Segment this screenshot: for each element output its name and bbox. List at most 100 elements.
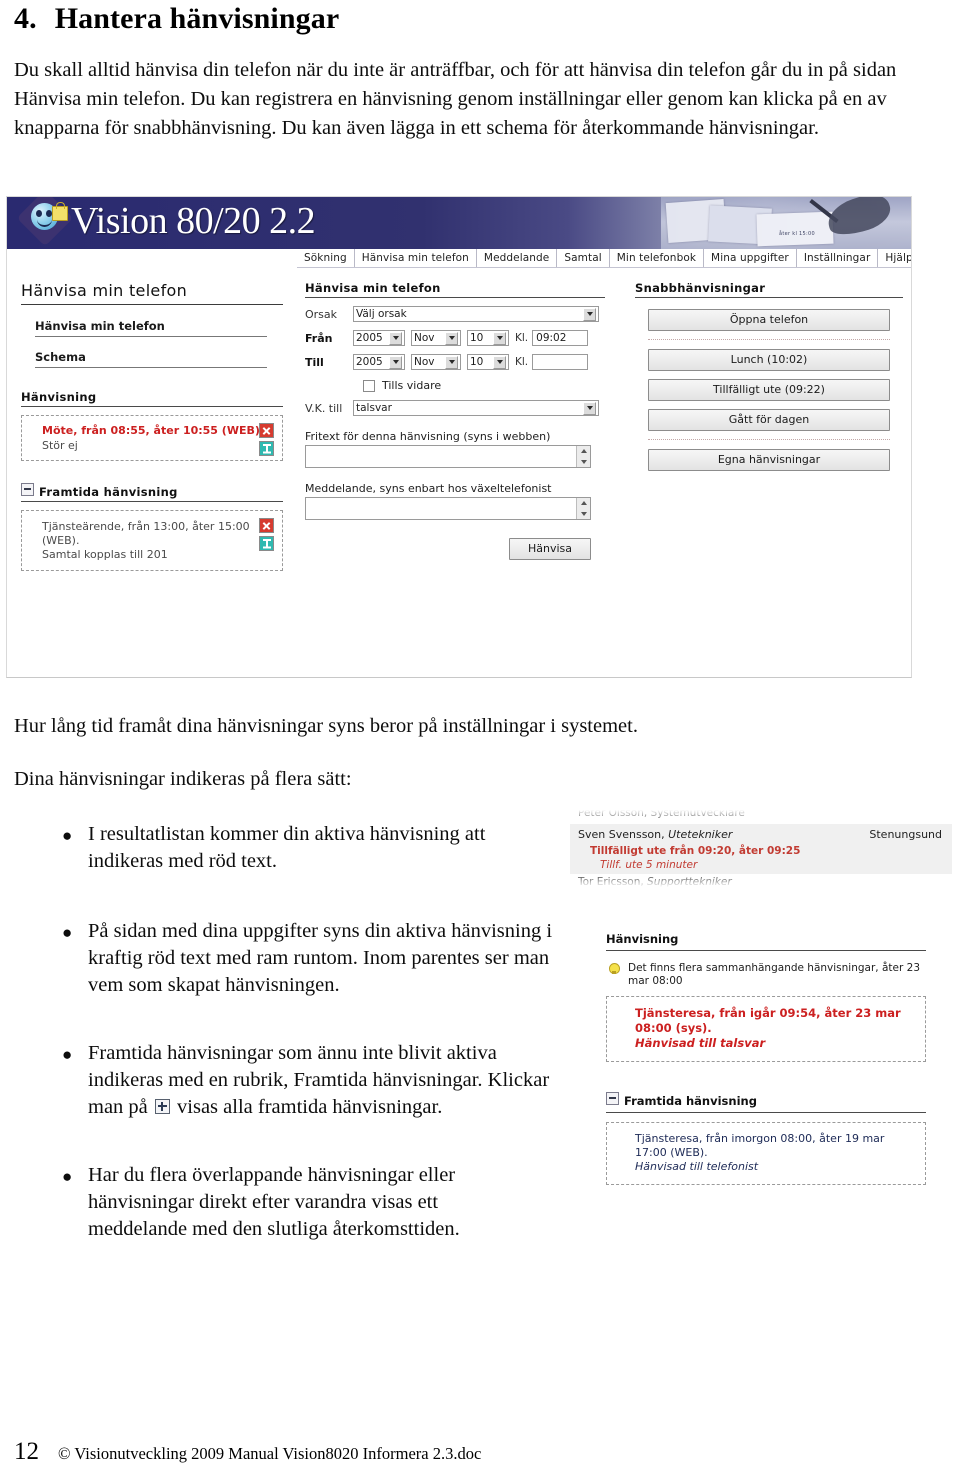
till-month-select[interactable]: Nov (411, 354, 461, 370)
orsak-select[interactable]: Välj orsak (353, 306, 599, 322)
orsak-value: Välj orsak (356, 308, 407, 320)
quick-button-egna-hanvisningar[interactable]: Egna hänvisningar (648, 449, 890, 471)
list-item: ● I resultatlistan kommer din aktiva hänv… (62, 821, 543, 875)
till-year-select[interactable]: 2005 (353, 354, 405, 370)
hanvisa-submit-button[interactable]: Hänvisa (509, 538, 591, 560)
scroll-down-icon[interactable] (577, 509, 590, 520)
intro-paragraph: Du skall alltid hänvisa din telefon när … (14, 59, 897, 139)
heading-text: Hantera hänvisningar (54, 2, 340, 35)
till-time-input[interactable] (532, 354, 589, 370)
quick-button-oppna-telefon[interactable]: Öppna telefon (648, 309, 890, 331)
app-nav-tabs[interactable]: Sökning Hänvisa min telefon Meddelande S… (297, 249, 911, 267)
future-hanvisning-line1: Tjänsteärende, från 13:00, åter 15:00 (W… (42, 520, 250, 547)
contact-name: Sven Svensson, Utetekniker (578, 828, 732, 841)
label-vk-till: V.K. till (305, 401, 343, 415)
sidebar-item-hanvisa-min-telefon[interactable]: Hänvisa min telefon (35, 319, 267, 337)
framtida-line2: Hänvisad till telefonist (635, 1160, 759, 1173)
tab-hjalp[interactable]: Hjälp (877, 249, 911, 267)
paragraph-howlong: Hur lång tid framåt dina hänvisningar sy… (14, 715, 638, 737)
chevron-down-icon[interactable] (445, 355, 458, 369)
tab-min-telefonbok[interactable]: Min telefonbok (608, 249, 704, 267)
till-month-value: Nov (414, 356, 435, 368)
page-footer: 12 © Visionutveckling 2009 Manual Vision… (14, 1438, 944, 1468)
bullet-icon: ● (62, 826, 73, 845)
quick-button-lunch[interactable]: Lunch (10:02) (648, 349, 890, 371)
hanvisning-active-line1: Tjänsteresa, från igår 09:54, åter 23 ma… (635, 1006, 901, 1035)
edit-icon[interactable] (259, 536, 274, 551)
chevron-down-icon[interactable] (389, 355, 402, 369)
tab-installningar[interactable]: Inställningar (795, 249, 878, 267)
list-item: ● Har du flera överlappande hänvisningar … (62, 1162, 533, 1243)
tab-meddelande[interactable]: Meddelande (475, 249, 557, 267)
edit-icon[interactable] (259, 441, 274, 456)
page-title: 4. Hantera hänvisningar (14, 2, 339, 36)
active-hanvisning-actions[interactable] (259, 423, 275, 459)
form-row-tills-vidare[interactable]: Tills vidare (363, 379, 605, 392)
quick-button-tillfalligt-ute[interactable]: Tillfälligt ute (09:22) (648, 379, 890, 401)
tab-sokning[interactable]: Sökning (297, 249, 354, 267)
bullet-icon: ● (62, 1167, 73, 1186)
fran-day-select[interactable]: 10 (467, 330, 509, 346)
framtida-line1: Tjänsteresa, från imorgon 08:00, åter 19… (635, 1132, 885, 1159)
fran-month-select[interactable]: Nov (411, 330, 461, 346)
result-list-screenshot: Peter Olsson, Systemutvecklare Sven Sven… (570, 810, 952, 890)
quick-button-gatt-for-dagen[interactable]: Gått för dagen (648, 409, 890, 431)
meddelande-textarea[interactable] (305, 497, 591, 520)
bullet-icon: ● (62, 923, 73, 942)
chevron-down-icon[interactable] (583, 307, 596, 321)
meddelande-scrollbar[interactable] (576, 498, 590, 519)
delete-icon[interactable] (259, 518, 274, 533)
scroll-up-icon[interactable] (577, 498, 590, 509)
chevron-down-icon[interactable] (389, 331, 402, 345)
fran-time-input[interactable]: 09:02 (532, 330, 589, 346)
vk-till-select[interactable]: talsvar (353, 400, 599, 416)
till-day-select[interactable]: 10 (467, 354, 509, 370)
framtida-hanvisning-heading[interactable]: Framtida hänvisning (21, 483, 283, 502)
fran-year-select[interactable]: 2005 (353, 330, 405, 346)
collapse-minus-icon[interactable] (21, 483, 34, 496)
framtida-hanvisning-screenshot: Framtida hänvisning Tjänsteresa, från im… (606, 1092, 926, 1192)
fran-day-value: 10 (470, 332, 484, 344)
label-fritext: Fritext för denna hänvisning (syns i web… (305, 430, 551, 443)
footer-text: © Visionutveckling 2009 Manual Vision802… (58, 1444, 482, 1463)
form-row-till: Till 2005 Nov 10 Kl. (305, 354, 605, 370)
paragraph-indikeras: Dina hänvisningar indikeras på flera sät… (14, 768, 352, 790)
fritext-scrollbar[interactable] (576, 446, 590, 467)
tab-mina-uppgifter[interactable]: Mina uppgifter (703, 249, 796, 267)
hanvisning-tip: Det finns flera sammanhängande hänvisnin… (606, 962, 926, 988)
form-row-fran: Från 2005 Nov 10 Kl. 09:02 (305, 330, 605, 346)
scroll-down-icon[interactable] (577, 457, 590, 468)
contact-name-text: Sven Svensson, (578, 828, 669, 841)
hanvisning-active-line2: Hänvisad till talsvar (635, 1036, 766, 1050)
framtida-box: Tjänsteresa, från imorgon 08:00, åter 19… (606, 1122, 926, 1185)
till-year-value: 2005 (356, 356, 383, 368)
label-till: Till (305, 355, 324, 369)
future-hanvisning-actions[interactable] (259, 518, 275, 554)
chevron-down-icon[interactable] (583, 401, 596, 415)
chevron-down-icon[interactable] (493, 355, 506, 369)
list-item-text: På sidan med dina uppgifter syns din akt… (88, 920, 553, 996)
chevron-down-icon[interactable] (493, 331, 506, 345)
hanvisning-info-screenshot: Hänvisning Det finns flera sammanhängand… (606, 932, 926, 1072)
chevron-down-icon[interactable] (445, 331, 458, 345)
label-meddelande: Meddelande, syns enbart hos växeltelefon… (305, 482, 552, 495)
bullet-icon: ● (62, 1045, 73, 1064)
snabbhanvisningar-panel: Snabbhänvisningar Öppna telefon Lunch (1… (635, 281, 903, 479)
delete-icon[interactable] (259, 423, 274, 438)
hanvisning-info-title: Hänvisning (606, 932, 926, 951)
banner-photo-image: åter kl 15:00 (661, 197, 911, 249)
tills-vidare-checkbox[interactable] (363, 379, 375, 392)
tab-samtal[interactable]: Samtal (556, 249, 609, 267)
label-kl-till: Kl. (515, 356, 529, 368)
form-row-orsak: Orsak Välj orsak (305, 306, 605, 322)
sidebar-item-schema[interactable]: Schema (35, 350, 267, 368)
scroll-up-icon[interactable] (577, 446, 590, 457)
hand-photo (823, 197, 895, 242)
lightbulb-icon (608, 963, 620, 974)
fritext-textarea[interactable] (305, 445, 591, 468)
document-page: 4. Hantera hänvisningar Du skall alltid h… (0, 0, 960, 1479)
collapse-minus-icon (606, 1092, 619, 1105)
tab-hanvisa-min-telefon[interactable]: Hänvisa min telefon (353, 249, 476, 267)
future-hanvisning-box: Tjänsteärende, från 13:00, åter 15:00 (W… (21, 510, 283, 571)
hanvisa-form: Hänvisa min telefon Orsak Välj orsak Frå… (305, 281, 605, 560)
